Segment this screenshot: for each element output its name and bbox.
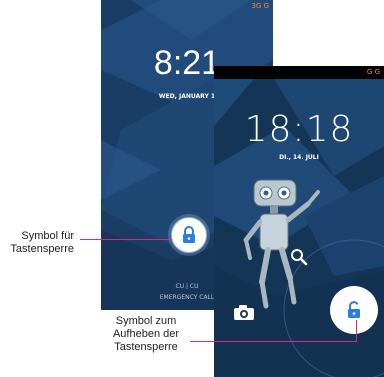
camera-icon[interactable]: [233, 304, 255, 321]
status-bar: G G: [214, 66, 384, 79]
unlock-leader-line: [190, 341, 356, 342]
unlock-button[interactable]: [330, 286, 378, 334]
unlock-icon: [348, 301, 360, 318]
lock-clock: 18:18: [244, 109, 354, 150]
unlock-leader-line-vertical: [356, 320, 357, 342]
lock-leader-line: [80, 239, 172, 240]
lockscreen-new-phone: G G 18:18 DI., 14. JULI: [214, 66, 384, 377]
lock-symbol-label: Symbol für Tastensperre: [10, 230, 74, 255]
lock-date: DI., 14. JULI: [279, 154, 319, 161]
lock-icon: [183, 226, 195, 243]
lock-button[interactable]: [171, 217, 207, 253]
search-icon[interactable]: [290, 248, 308, 266]
status-bar: 3G G: [251, 2, 269, 10]
robot-illustration: [243, 179, 320, 309]
unlock-symbol-label: Symbol zum Aufheben der Tastensperre: [112, 315, 180, 353]
